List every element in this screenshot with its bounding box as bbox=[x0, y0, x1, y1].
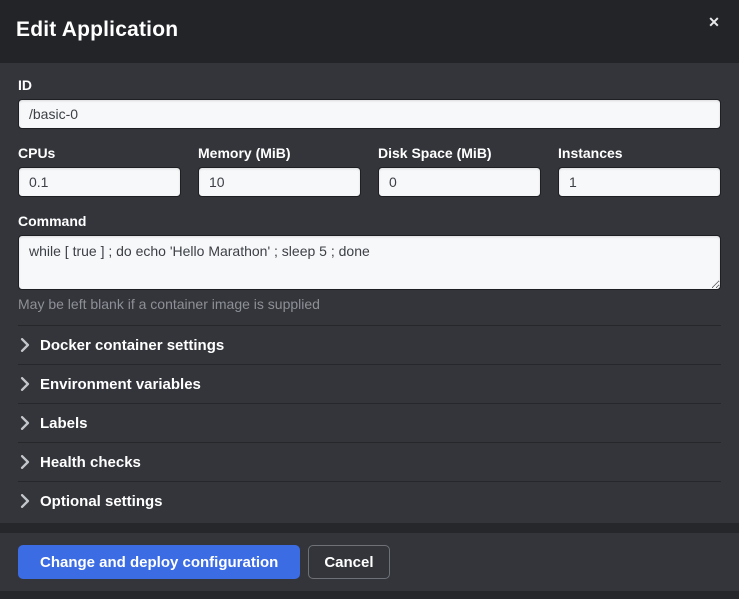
change-and-deploy-button[interactable]: Change and deploy configuration bbox=[18, 545, 300, 579]
section-optional-settings[interactable]: Optional settings bbox=[18, 481, 721, 520]
section-label: Health checks bbox=[40, 454, 141, 471]
modal-title: Edit Application bbox=[16, 18, 723, 42]
chevron-right-icon bbox=[20, 377, 30, 391]
section-docker-container-settings[interactable]: Docker container settings bbox=[18, 325, 721, 364]
command-help-text: May be left blank if a container image i… bbox=[18, 296, 721, 312]
command-field-group: Command while [ true ] ; do echo 'Hello … bbox=[18, 213, 721, 312]
cpus-field-group: CPUs bbox=[18, 145, 181, 197]
close-icon[interactable]: ✕ bbox=[705, 13, 723, 31]
instances-field-group: Instances bbox=[558, 145, 721, 197]
chevron-right-icon bbox=[20, 455, 30, 469]
section-environment-variables[interactable]: Environment variables bbox=[18, 364, 721, 403]
cpus-label: CPUs bbox=[18, 145, 181, 161]
cpus-input[interactable] bbox=[18, 167, 181, 197]
instances-input[interactable] bbox=[558, 167, 721, 197]
id-input[interactable] bbox=[18, 99, 721, 129]
modal-header: Edit Application ✕ bbox=[0, 0, 739, 63]
memory-field-group: Memory (MiB) bbox=[198, 145, 361, 197]
chevron-right-icon bbox=[20, 338, 30, 352]
modal-footer: Change and deploy configuration Cancel bbox=[0, 533, 739, 591]
id-label: ID bbox=[18, 77, 721, 93]
chevron-right-icon bbox=[20, 416, 30, 430]
disk-field-group: Disk Space (MiB) bbox=[378, 145, 541, 197]
section-label: Docker container settings bbox=[40, 337, 224, 354]
command-label: Command bbox=[18, 213, 721, 229]
section-labels[interactable]: Labels bbox=[18, 403, 721, 442]
cancel-button[interactable]: Cancel bbox=[308, 545, 389, 579]
command-textarea[interactable]: while [ true ] ; do echo 'Hello Marathon… bbox=[18, 235, 721, 290]
resources-row: CPUs Memory (MiB) Disk Space (MiB) Insta… bbox=[18, 145, 721, 197]
disk-label: Disk Space (MiB) bbox=[378, 145, 541, 161]
edit-application-modal: Edit Application ✕ ID CPUs Memory (MiB) … bbox=[0, 0, 739, 599]
instances-label: Instances bbox=[558, 145, 721, 161]
section-label: Environment variables bbox=[40, 376, 201, 393]
section-health-checks[interactable]: Health checks bbox=[18, 442, 721, 481]
section-label: Labels bbox=[40, 415, 88, 432]
modal-body: ID CPUs Memory (MiB) Disk Space (MiB) In… bbox=[0, 63, 739, 523]
disk-input[interactable] bbox=[378, 167, 541, 197]
modal-body-footer-divider bbox=[0, 523, 739, 533]
section-label: Optional settings bbox=[40, 493, 163, 510]
chevron-right-icon bbox=[20, 494, 30, 508]
id-field-group: ID bbox=[18, 77, 721, 129]
modal-bottom-edge bbox=[0, 591, 739, 599]
memory-input[interactable] bbox=[198, 167, 361, 197]
memory-label: Memory (MiB) bbox=[198, 145, 361, 161]
